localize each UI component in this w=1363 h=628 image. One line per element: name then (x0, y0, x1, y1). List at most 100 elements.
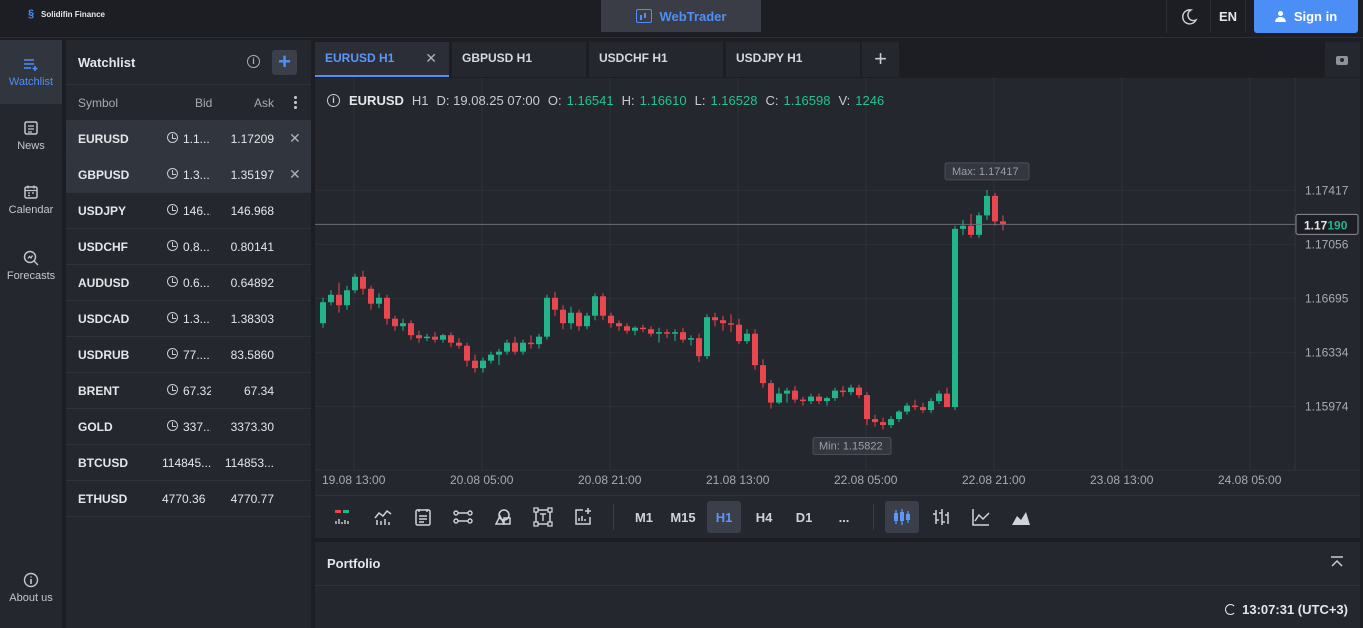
ohlc-close-label: C: (765, 93, 779, 108)
candle-body (392, 318, 398, 327)
watchlist-row[interactable]: GOLD 337... 3373.30 (66, 409, 311, 445)
text-tool-button[interactable] (527, 501, 559, 533)
remove-symbol-icon[interactable]: ✕ (289, 166, 301, 183)
tab-usdjpy[interactable]: USDJPY H1 (726, 42, 860, 77)
market-hours-clock-icon[interactable] (167, 276, 178, 287)
watchlist-row[interactable]: USDCAD 1.3... 1.38303 (66, 301, 311, 337)
area-chart-type-button[interactable] (1005, 501, 1037, 533)
candle-body (544, 297, 550, 337)
screenshot-camera-icon[interactable] (1325, 42, 1360, 77)
nav-calendar[interactable]: Calendar (0, 168, 62, 232)
indicators-button[interactable] (367, 501, 399, 533)
row-symbol: USDCHF (78, 240, 128, 254)
row-symbol: GOLD (78, 420, 113, 434)
candle-body (648, 329, 654, 334)
nav-watchlist[interactable]: Watchlist (0, 40, 62, 104)
add-tab-button[interactable]: + (862, 42, 899, 77)
candle-body (360, 276, 366, 289)
nav-forecasts[interactable]: Forecasts (0, 234, 62, 298)
watchlist-row[interactable]: USDCHF 0.8... 0.80141 (66, 229, 311, 265)
ohlc-info-icon[interactable]: i (327, 94, 340, 107)
watchlist-row[interactable]: GBPUSD 1.3... 1.35197 ✕ (66, 157, 311, 193)
x-tick-label: 20.08 05:00 (450, 473, 514, 487)
nav-forecasts-label: Forecasts (6, 270, 56, 282)
sign-in-button[interactable]: Sign in (1254, 0, 1358, 33)
line-chart-type-button[interactable] (965, 501, 997, 533)
timeframe-m15-button[interactable]: M15 (665, 501, 701, 533)
ohlc-symbol: EURUSD (349, 93, 404, 108)
collapse-chevron-icon[interactable] (1330, 556, 1344, 570)
language-button[interactable]: EN (1210, 0, 1246, 33)
market-hours-clock-icon[interactable] (167, 240, 178, 251)
candle-body (944, 393, 950, 408)
candlestick-chart[interactable]: 1.17417 1.17056 1.16695 1.16334 1.15974 19.08… (315, 78, 1360, 495)
shapes-button[interactable] (487, 501, 519, 533)
watchlist-row[interactable]: AUDUSD 0.6... 0.64892 (66, 265, 311, 301)
candle-body (344, 290, 350, 306)
bars-chart-type-button[interactable] (925, 501, 957, 533)
candle-body (784, 390, 790, 394)
webtrader-tab[interactable]: WebTrader (601, 0, 761, 32)
candles-chart-type-button[interactable] (885, 501, 919, 533)
x-tick-label: 21.08 13:00 (706, 473, 770, 487)
watchlist-row[interactable]: BRENT 67.32 67.34 (66, 373, 311, 409)
nav-calendar-label: Calendar (8, 204, 54, 216)
row-symbol: AUDUSD (78, 276, 130, 290)
candle-body (880, 422, 886, 426)
candle-body (336, 294, 342, 306)
chart-area[interactable]: 1.17417 1.17056 1.16695 1.16334 1.15974 19.08… (315, 78, 1360, 495)
timeframe-h1-button[interactable]: H1 (707, 501, 741, 533)
candle-body (400, 323, 406, 327)
ohlc-low: 1.16528 (710, 93, 758, 108)
candle-body (432, 336, 438, 340)
trend-line-button[interactable] (447, 501, 479, 533)
market-hours-clock-icon[interactable] (167, 132, 178, 143)
volume-indicator-button[interactable] (327, 501, 359, 533)
nav-news[interactable]: News (0, 104, 62, 168)
candle-body (608, 315, 614, 324)
tab-usdchf[interactable]: USDCHF H1 (589, 42, 723, 77)
brand-logo[interactable]: § Solidifin Finance (28, 9, 105, 20)
market-hours-clock-icon[interactable] (167, 312, 178, 323)
watchlist-row[interactable]: USDRUB 77.... 83.5860 (66, 337, 311, 373)
candle-body (584, 315, 590, 327)
close-tab-icon[interactable]: ✕ (425, 42, 437, 75)
market-hours-clock-icon[interactable] (167, 384, 178, 395)
chart-tabs: EURUSD H1 ✕ GBPUSD H1 USDCHF H1 USDJPY H… (315, 40, 1360, 77)
watchlist-row[interactable]: USDJPY 146... 146.968 (66, 193, 311, 229)
nav-about-us[interactable]: About us (0, 556, 62, 620)
candle-body (936, 393, 942, 402)
watchlist-row[interactable]: EURUSD 1.1... 1.17209 ✕ (66, 121, 311, 157)
ohlc-open: 1.16541 (566, 93, 614, 108)
candle-body (864, 395, 870, 420)
market-hours-clock-icon[interactable] (167, 204, 178, 215)
row-bid: 146... (183, 204, 211, 218)
column-menu-icon[interactable] (294, 96, 297, 110)
templates-button[interactable] (407, 501, 439, 533)
candle-body (776, 393, 782, 403)
candle-body (520, 342, 526, 352)
candle-body (840, 390, 846, 393)
market-hours-clock-icon[interactable] (167, 420, 178, 431)
news-icon (24, 121, 38, 135)
watchlist-row[interactable]: BTCUSD 114845... 114853... (66, 445, 311, 481)
theme-toggle-button[interactable] (1166, 0, 1210, 33)
row-ask: 3373.30 (230, 420, 274, 434)
shapes-icon (494, 509, 511, 525)
row-symbol: BRENT (78, 384, 120, 398)
timeframe-d1-button[interactable]: D1 (787, 501, 821, 533)
market-hours-clock-icon[interactable] (167, 168, 178, 179)
add-indicator-button[interactable] (567, 501, 599, 533)
timeframe-more-button[interactable]: ... (827, 501, 861, 533)
timeframe-h4-button[interactable]: H4 (747, 501, 781, 533)
remove-symbol-icon[interactable]: ✕ (289, 130, 301, 147)
portfolio-panel: Portfolio 13:07:31 (UTC+3) (315, 542, 1360, 628)
market-hours-clock-icon[interactable] (167, 348, 178, 359)
watchlist-info-icon[interactable]: i (247, 55, 260, 68)
timeframe-m1-button[interactable]: M1 (627, 501, 661, 533)
tab-eurusd[interactable]: EURUSD H1 ✕ (315, 42, 449, 77)
watchlist-row[interactable]: ETHUSD 4770.36 4770.77 (66, 481, 311, 517)
tab-gbpusd[interactable]: GBPUSD H1 (452, 42, 586, 77)
add-symbol-button[interactable]: + (272, 50, 297, 75)
ohlc-open-label: O: (547, 93, 562, 108)
